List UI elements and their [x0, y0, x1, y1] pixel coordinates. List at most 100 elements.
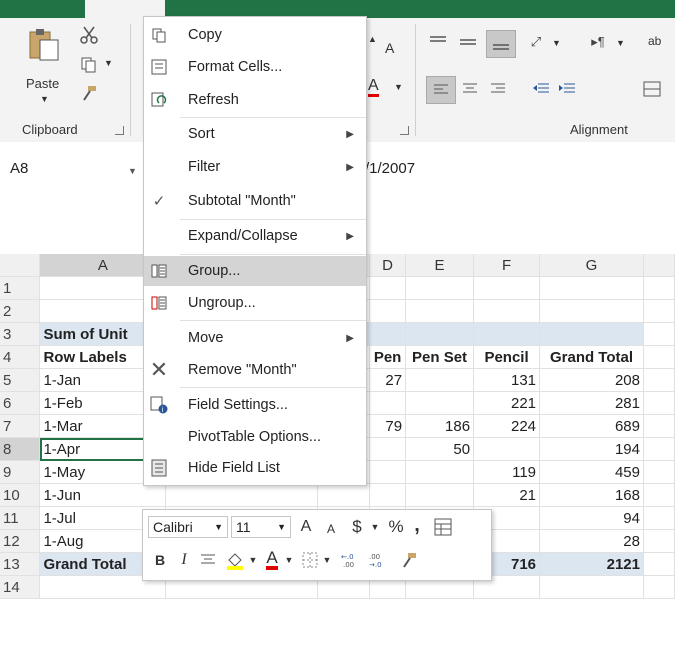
cell[interactable]	[539, 322, 644, 346]
menu-item-filter[interactable]: Filter ▶	[144, 152, 366, 182]
cell[interactable]	[643, 414, 675, 438]
cell[interactable]	[405, 391, 475, 415]
cell[interactable]	[643, 345, 675, 369]
font-size-box[interactable]: 11 ▼	[231, 516, 291, 538]
cell[interactable]: 186	[405, 414, 475, 438]
cell[interactable]	[643, 299, 675, 323]
currency-icon[interactable]: $	[347, 516, 367, 538]
copy-dropdown-icon[interactable]: ▼	[104, 58, 113, 68]
align-center-icon[interactable]	[460, 78, 480, 100]
cell[interactable]	[405, 460, 475, 484]
formula-input[interactable]: /1/2007	[365, 160, 415, 177]
menu-item-remove[interactable]: ✕ Remove "Month"	[144, 355, 366, 385]
align-top-icon[interactable]	[428, 32, 448, 52]
cell[interactable]: 27	[369, 368, 407, 392]
menu-item-ungroup[interactable]: Ungroup...	[144, 288, 366, 318]
cell[interactable]: 21	[473, 483, 541, 507]
cell[interactable]: 168	[539, 483, 644, 507]
cell[interactable]	[473, 276, 541, 300]
name-box[interactable]: A8	[10, 160, 28, 177]
cell[interactable]: 2121	[539, 552, 644, 576]
cell[interactable]	[473, 299, 541, 323]
align-middle-icon[interactable]	[458, 32, 478, 52]
row-header[interactable]: 10	[0, 483, 41, 507]
menu-item-pivottable-options[interactable]: PivotTable Options...	[144, 422, 366, 452]
column-header[interactable]: F	[473, 254, 541, 277]
cell[interactable]	[643, 552, 675, 576]
menu-item-sort[interactable]: Sort ▶	[144, 119, 366, 149]
cell[interactable]: 28	[539, 529, 644, 553]
comma-icon[interactable]: ,	[409, 514, 425, 536]
cell[interactable]	[405, 276, 475, 300]
shrink-font-icon[interactable]: A	[321, 518, 341, 540]
font-name-box[interactable]: Calibri ▼	[148, 516, 228, 538]
align-right-icon[interactable]	[488, 78, 508, 100]
wrap-text-icon[interactable]: ab	[648, 34, 661, 48]
cell[interactable]	[643, 575, 675, 599]
orientation-icon[interactable]: ⤢	[524, 32, 548, 52]
copy-ribbon-icon[interactable]	[78, 54, 100, 76]
row-header[interactable]: 8	[0, 437, 41, 461]
borders-dropdown-icon[interactable]: ▼	[321, 548, 333, 572]
cell[interactable]: 119	[473, 460, 541, 484]
cell[interactable]: 50	[405, 437, 475, 461]
cell[interactable]: Pencil	[473, 345, 541, 369]
row-header[interactable]: 5	[0, 368, 41, 392]
align-center-mini-icon[interactable]	[197, 548, 219, 572]
menu-item-group[interactable]: Group...	[144, 256, 366, 286]
cell[interactable]	[369, 460, 407, 484]
text-direction-dropdown-icon[interactable]: ▼	[616, 38, 625, 48]
clipboard-launcher-icon[interactable]	[115, 126, 124, 135]
format-painter-mini-icon[interactable]	[397, 548, 421, 572]
cell[interactable]	[643, 368, 675, 392]
font-color-dropdown-icon[interactable]: ▼	[394, 82, 403, 92]
row-header[interactable]: 2	[0, 299, 41, 323]
row-header[interactable]: 7	[0, 414, 41, 438]
cell[interactable]: 689	[539, 414, 644, 438]
text-direction-icon[interactable]: ▸¶	[586, 32, 610, 52]
decrease-indent-icon[interactable]	[530, 78, 552, 100]
row-header[interactable]: 11	[0, 506, 41, 530]
align-left-icon[interactable]	[426, 76, 456, 104]
cell[interactable]	[643, 529, 675, 553]
cell[interactable]	[405, 368, 475, 392]
cell[interactable]	[539, 299, 644, 323]
increase-font-arrow-icon[interactable]: ▲	[368, 34, 377, 44]
cut-icon[interactable]	[78, 24, 100, 46]
cell[interactable]: 94	[539, 506, 644, 530]
cell[interactable]	[473, 322, 541, 346]
grow-font-icon[interactable]: A	[295, 516, 317, 538]
menu-item-copy[interactable]: Copy	[144, 20, 366, 50]
format-painter-icon[interactable]	[78, 82, 100, 104]
cell[interactable]	[405, 483, 475, 507]
menu-item-expand-collapse[interactable]: Expand/Collapse ▶	[144, 221, 366, 251]
cell[interactable]	[369, 483, 407, 507]
row-header[interactable]: 12	[0, 529, 41, 553]
font-color-icon[interactable]: A	[368, 78, 379, 97]
cell[interactable]: 221	[473, 391, 541, 415]
row-header[interactable]: 6	[0, 391, 41, 415]
increase-indent-icon[interactable]	[556, 78, 578, 100]
cell[interactable]	[405, 299, 475, 323]
font-color-mini-icon[interactable]: A	[261, 548, 283, 572]
currency-dropdown-icon[interactable]: ▼	[369, 516, 381, 538]
paste-label[interactable]: Paste	[26, 76, 59, 91]
cell[interactable]	[405, 322, 475, 346]
table-format-icon[interactable]	[431, 516, 455, 538]
cell[interactable]	[473, 437, 541, 461]
cell[interactable]: 208	[539, 368, 644, 392]
column-header[interactable]: E	[405, 254, 475, 277]
row-header[interactable]: 3	[0, 322, 41, 346]
menu-item-subtotal[interactable]: ✓ Subtotal "Month"	[144, 186, 366, 216]
menu-item-format-cells[interactable]: Format Cells...	[144, 52, 366, 82]
cell[interactable]	[369, 299, 407, 323]
borders-icon[interactable]	[299, 548, 321, 572]
cell[interactable]	[643, 460, 675, 484]
orientation-dropdown-icon[interactable]: ▼	[552, 38, 561, 48]
row-header[interactable]: 4	[0, 345, 41, 369]
font-color-mini-dropdown-icon[interactable]: ▼	[283, 548, 295, 572]
cell[interactable]	[165, 483, 319, 507]
cell[interactable]	[643, 483, 675, 507]
cell[interactable]: 194	[539, 437, 644, 461]
column-header[interactable]: D	[369, 254, 407, 277]
